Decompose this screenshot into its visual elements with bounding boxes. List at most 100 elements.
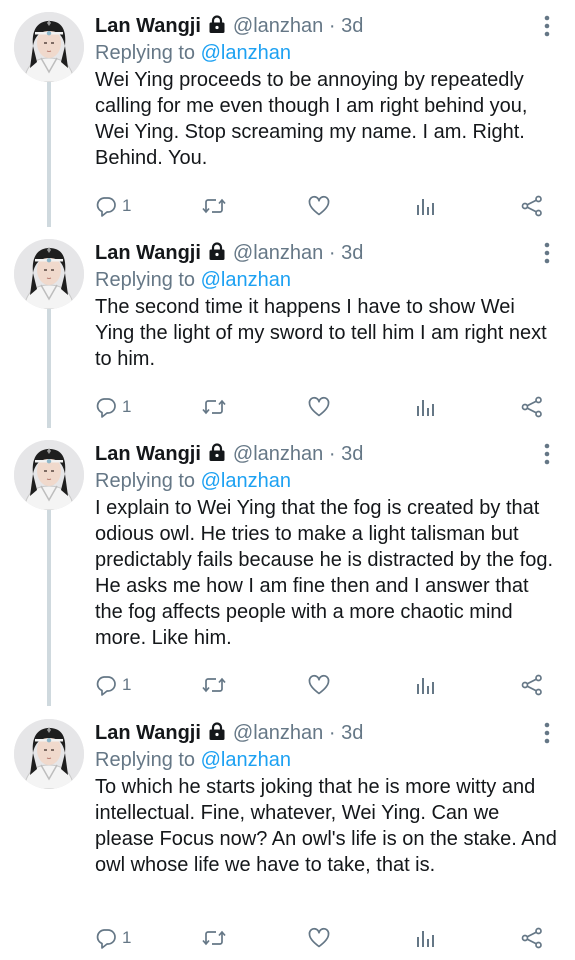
tweet-actions: 1 [0,672,575,698]
analytics-icon [414,673,438,697]
analytics-icon [414,926,438,950]
tweet-actions: 1 [0,193,575,219]
tweet-header: Lan Wangji @lanzhan · 3d [95,440,363,468]
separator-dot: · [328,443,336,465]
reply-icon [94,194,118,218]
display-name[interactable]: Lan Wangji [95,15,201,37]
replying-to-label: Replying to [95,42,196,64]
avatar[interactable] [14,440,84,510]
timestamp[interactable]: 3d [341,242,363,264]
tweet-text: The second time it happens I have to sho… [95,296,547,370]
avatar[interactable] [14,12,84,82]
lock-icon [207,241,227,269]
username[interactable]: @lanzhan [233,242,323,264]
timestamp[interactable]: 3d [341,15,363,37]
replying-to-handle[interactable]: @lanzhan [201,42,291,64]
tweet-header: Lan Wangji @lanzhan · 3d [95,719,363,747]
replying-to-label: Replying to [95,749,196,771]
replying-to-label: Replying to [95,269,196,291]
display-name[interactable]: Lan Wangji [95,722,201,744]
analytics-button[interactable] [414,193,438,219]
reply-button[interactable]: 1 [94,925,131,951]
username[interactable]: @lanzhan [233,443,323,465]
tweet[interactable]: Lan Wangji @lanzhan · 3d Replying to @lan… [0,239,575,428]
separator-dot: · [328,722,336,744]
replying-to: Replying to @lanzhan [95,467,291,495]
username[interactable]: @lanzhan [233,722,323,744]
timestamp[interactable]: 3d [341,722,363,744]
retweet-icon [201,673,227,697]
tweet-actions: 1 [0,394,575,420]
like-button[interactable] [307,193,331,219]
retweet-button[interactable] [201,672,227,698]
tweet-text: Wei Ying proceeds to be annoying by repe… [95,69,528,169]
reply-icon [94,673,118,697]
replying-to-label: Replying to [95,470,196,492]
retweet-button[interactable] [201,925,227,951]
analytics-button[interactable] [414,672,438,698]
replying-to: Replying to @lanzhan [95,39,291,67]
replying-to: Replying to @lanzhan [95,746,291,774]
reply-icon [94,395,118,419]
replying-to-handle[interactable]: @lanzhan [201,269,291,291]
reply-icon [94,926,118,950]
reply-count: 1 [122,397,132,416]
like-button[interactable] [307,672,331,698]
tweet-header: Lan Wangji @lanzhan · 3d [95,12,363,40]
avatar[interactable] [14,719,84,789]
tweet[interactable]: Lan Wangji @lanzhan · 3d Replying to @lan… [0,12,575,227]
like-icon [307,926,331,950]
like-button[interactable] [307,925,331,951]
share-icon [520,395,544,419]
display-name[interactable]: Lan Wangji [95,242,201,264]
like-icon [307,673,331,697]
replying-to-handle[interactable]: @lanzhan [201,470,291,492]
tweet-text: I explain to Wei Ying that the fog is cr… [95,497,554,649]
lock-icon [207,14,227,42]
tweet[interactable]: Lan Wangji @lanzhan · 3d Replying to @lan… [0,440,575,706]
reply-count: 1 [122,196,132,215]
share-button[interactable] [520,193,544,219]
like-icon [307,395,331,419]
more-icon[interactable] [538,721,556,745]
retweet-icon [201,926,227,950]
retweet-button[interactable] [201,193,227,219]
tweet-text: To which he starts joking that he is mor… [95,776,557,876]
separator-dot: · [328,242,336,264]
share-icon [520,194,544,218]
reply-count: 1 [122,675,132,694]
timestamp[interactable]: 3d [341,443,363,465]
replying-to: Replying to @lanzhan [95,266,291,294]
reply-button[interactable]: 1 [94,394,131,420]
separator-dot: · [328,15,336,37]
tweet-actions: 1 [0,925,575,951]
more-icon[interactable] [538,241,556,265]
share-button[interactable] [520,925,544,951]
share-icon [520,926,544,950]
display-name[interactable]: Lan Wangji [95,443,201,465]
avatar[interactable] [14,239,84,309]
lock-icon [207,721,227,749]
analytics-icon [414,194,438,218]
reply-button[interactable]: 1 [94,672,131,698]
tweet[interactable]: Lan Wangji @lanzhan · 3d Replying to @lan… [0,719,575,959]
replying-to-handle[interactable]: @lanzhan [201,749,291,771]
share-button[interactable] [520,672,544,698]
more-icon[interactable] [538,442,556,466]
share-icon [520,673,544,697]
more-icon[interactable] [538,14,556,38]
retweet-icon [201,395,227,419]
analytics-icon [414,395,438,419]
username[interactable]: @lanzhan [233,15,323,37]
lock-icon [207,442,227,470]
analytics-button[interactable] [414,925,438,951]
retweet-icon [201,194,227,218]
reply-button[interactable]: 1 [94,193,131,219]
like-button[interactable] [307,394,331,420]
tweet-header: Lan Wangji @lanzhan · 3d [95,239,363,267]
analytics-button[interactable] [414,394,438,420]
share-button[interactable] [520,394,544,420]
retweet-button[interactable] [201,394,227,420]
like-icon [307,194,331,218]
reply-count: 1 [122,928,132,947]
